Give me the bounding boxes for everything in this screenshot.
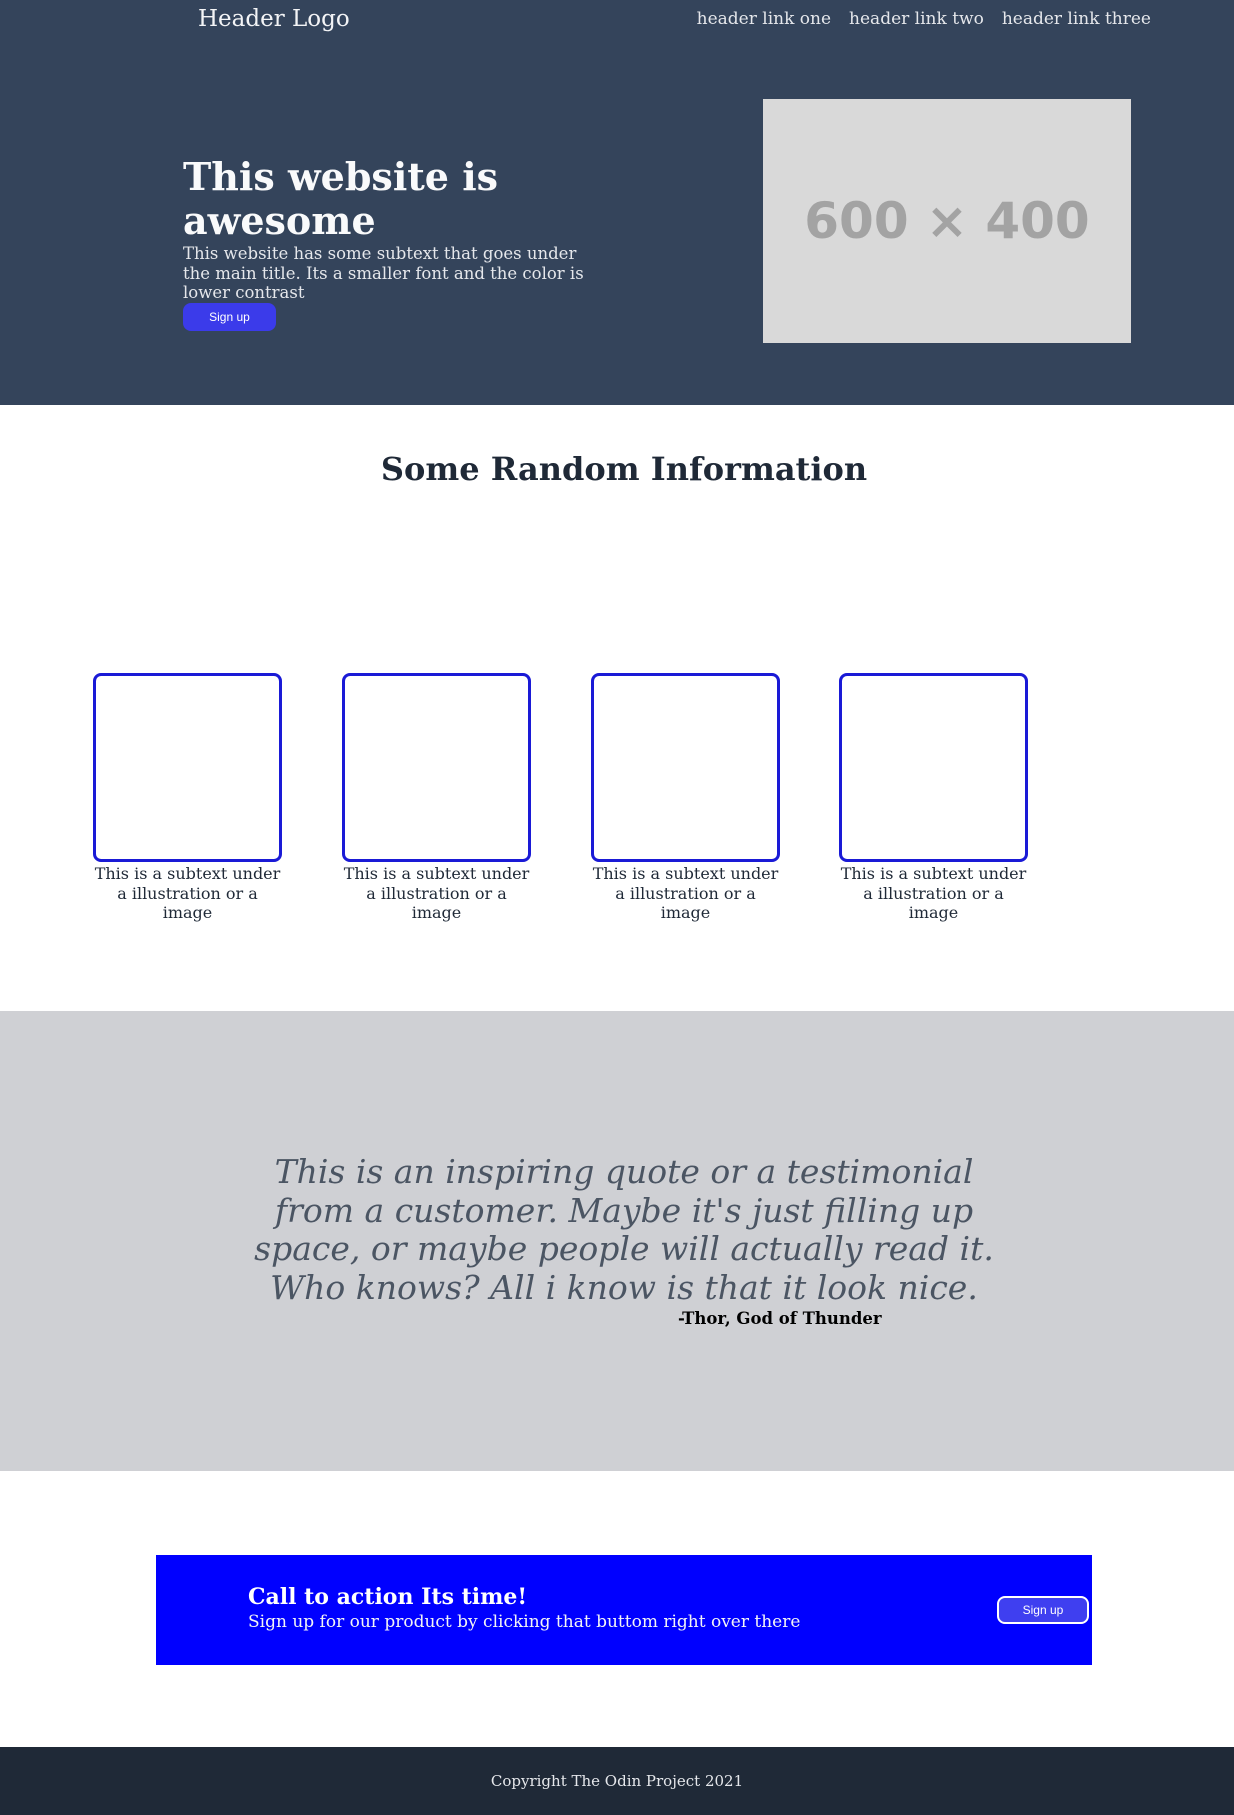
cta-title: Call to action Its time! [248, 1584, 528, 1610]
info-section-title: Some Random Information [380, 450, 868, 488]
info-card: This is a subtext under a illustration o… [342, 673, 531, 923]
info-card: This is a subtext under a illustration o… [591, 673, 780, 923]
hero-image-dimensions: 600 × 400 [804, 192, 1090, 250]
card-caption: This is a subtext under a illustration o… [592, 864, 779, 922]
footer: Copyright The Odin Project 2021 [0, 1747, 1234, 1815]
hero-title: This website is awesome [183, 154, 499, 243]
card-illustration [342, 673, 531, 862]
quote-text: This is an inspiring quote or a testimon… [254, 1152, 994, 1307]
card-illustration [839, 673, 1028, 862]
card-caption: This is a subtext under a illustration o… [94, 864, 281, 922]
nav-link-three[interactable]: header link three [1002, 7, 1151, 31]
cta-subtitle: Sign up for our product by clicking that… [248, 1612, 801, 1632]
header-nav: header link one header link two header l… [697, 7, 1151, 31]
card-caption: This is a subtext under a illustration o… [840, 864, 1027, 922]
nav-link-one[interactable]: header link one [697, 7, 831, 31]
hero-image-placeholder: 600 × 400 [763, 99, 1131, 343]
nav-link-two[interactable]: header link two [849, 7, 984, 31]
footer-copyright: Copyright The Odin Project 2021 [490, 1772, 744, 1790]
quote-section: This is an inspiring quote or a testimon… [0, 1011, 1234, 1471]
hero-signup-button[interactable]: Sign up [183, 303, 276, 331]
card-illustration [591, 673, 780, 862]
card-illustration [93, 673, 282, 862]
call-to-action-banner: Call to action Its time! Sign up for our… [156, 1555, 1092, 1665]
quote-author: -Thor, God of Thunder [678, 1309, 882, 1328]
info-card: This is a subtext under a illustration o… [839, 673, 1028, 923]
cta-signup-button[interactable]: Sign up [997, 1596, 1089, 1624]
hero-subtitle: This website has some subtext that goes … [183, 244, 584, 302]
card-caption: This is a subtext under a illustration o… [343, 864, 530, 922]
info-card: This is a subtext under a illustration o… [93, 673, 282, 923]
header-logo[interactable]: Header Logo [198, 4, 350, 34]
header-hero-section: Header Logo header link one header link … [0, 0, 1234, 405]
